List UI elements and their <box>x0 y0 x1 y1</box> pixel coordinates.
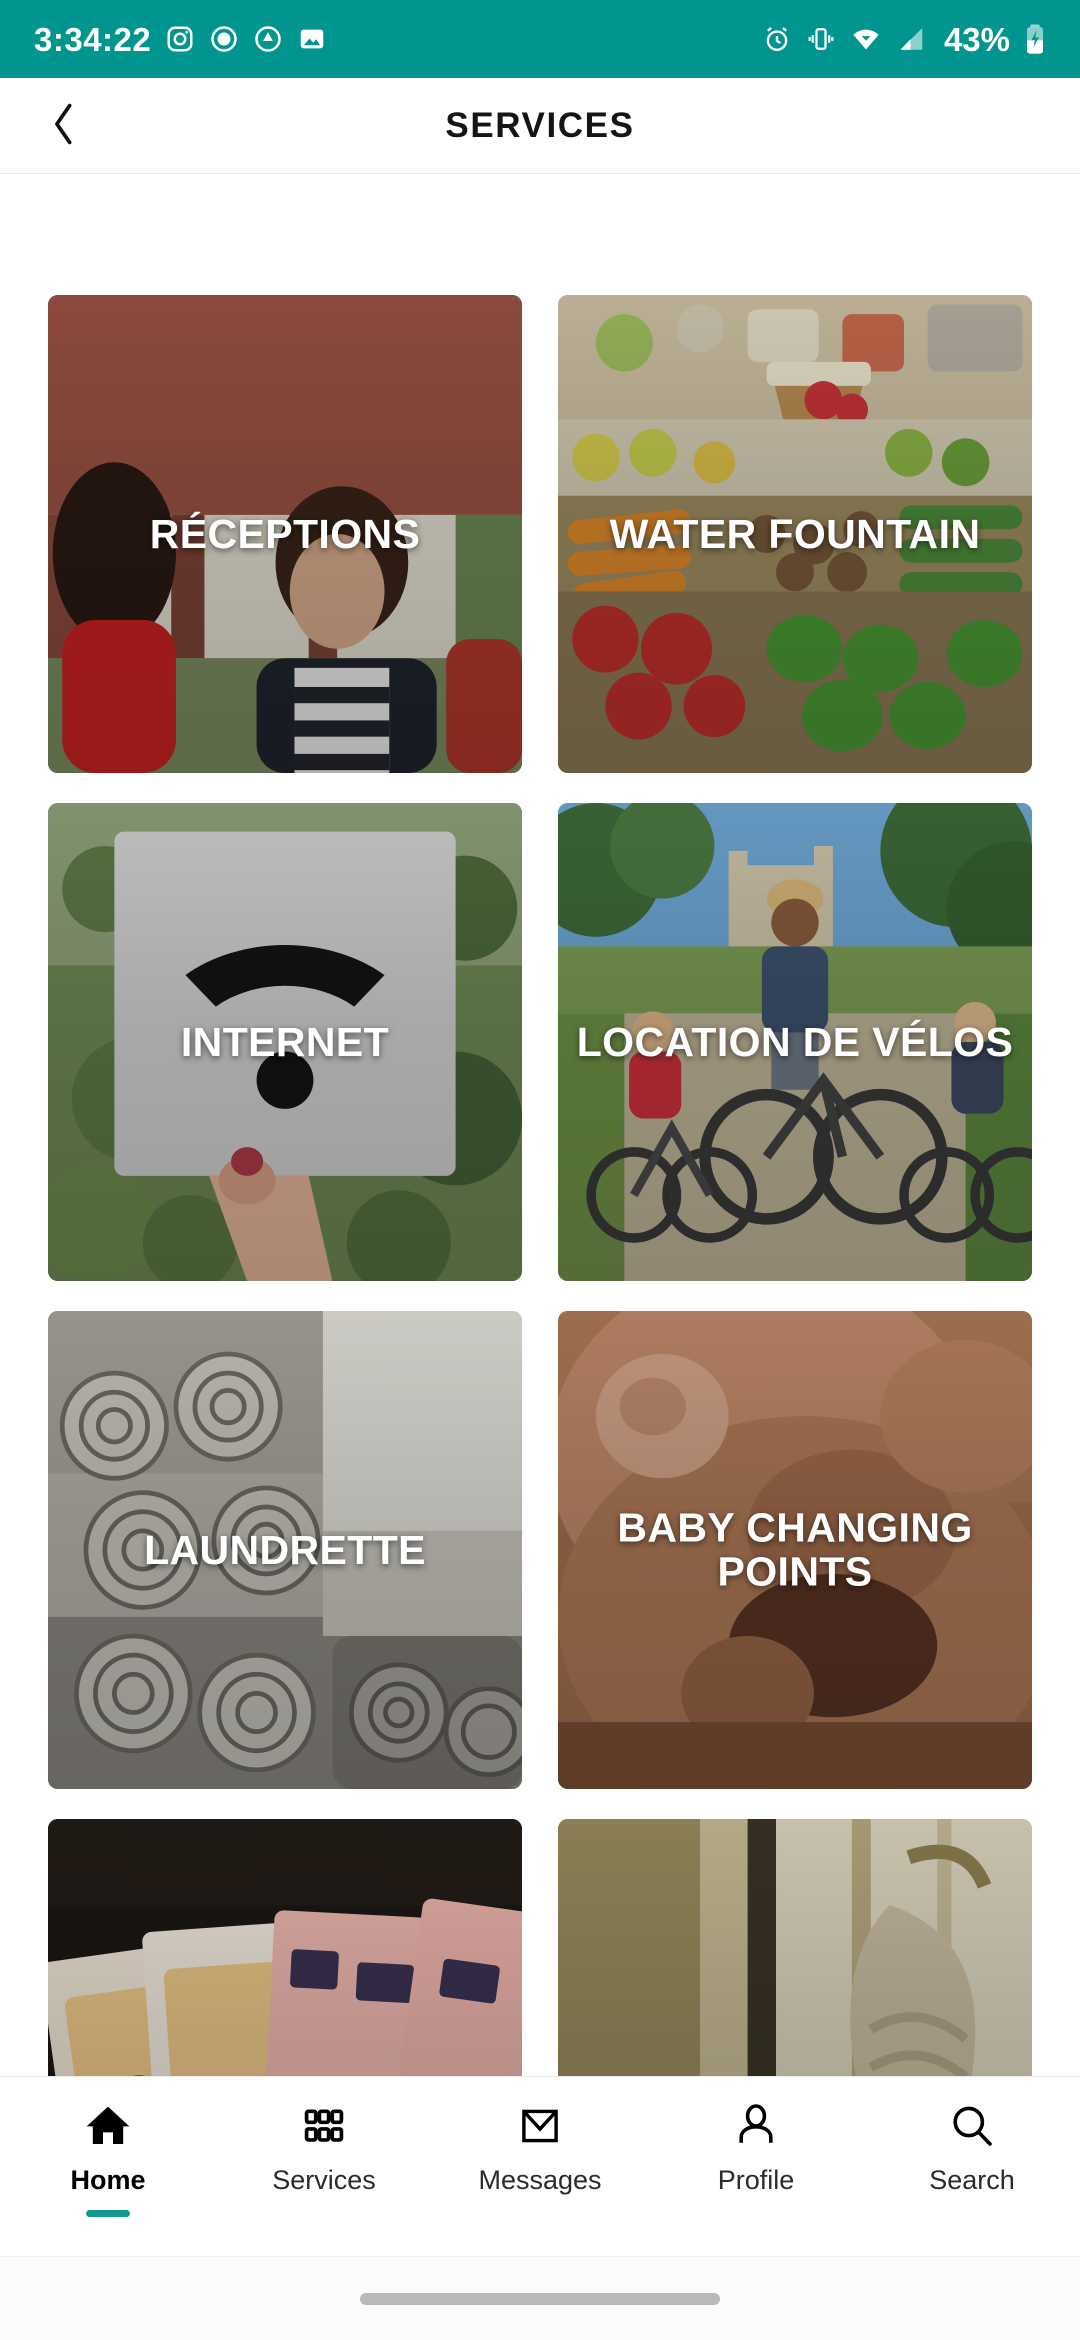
service-card-baby-changing[interactable]: BABY CHANGING POINTS <box>558 1311 1032 1789</box>
status-bar-right: 43% <box>762 23 1046 56</box>
service-card-label: RÉCEPTIONS <box>149 510 421 557</box>
nav-item-label: Home <box>70 2165 146 2195</box>
vibrate-icon <box>806 24 836 54</box>
service-card-label: LOCATION DE VÉLOS <box>576 1018 1014 1065</box>
services-grid: RÉCEPTIONS WATER FOUNTAIN INTERNET LOCAT… <box>0 175 1080 2105</box>
nav-active-indicator <box>86 2210 130 2217</box>
service-card-label: LAUNDRETTE <box>144 1526 426 1573</box>
app-bar: SERVICES <box>0 78 1080 174</box>
camera-icon <box>165 24 195 54</box>
nav-item-label: Services <box>272 2165 376 2195</box>
alarm-icon <box>762 24 792 54</box>
service-card-partial-door[interactable] <box>558 1819 1032 2105</box>
service-card-water-fountain[interactable]: WATER FOUNTAIN <box>558 295 1032 773</box>
page-title: SERVICES <box>445 105 635 145</box>
grid-dots-icon <box>302 2097 346 2155</box>
status-bar-clock: 3:34:22 <box>34 20 152 58</box>
nav-item-messages[interactable]: Messages <box>432 2097 648 2196</box>
nav-item-label: Search <box>929 2165 1015 2195</box>
person-icon <box>732 2097 780 2155</box>
services-scroll-area[interactable]: RÉCEPTIONS WATER FOUNTAIN INTERNET LOCAT… <box>0 175 1080 2105</box>
status-bar: 3:34:22 43% <box>0 0 1080 78</box>
bottom-navigation-bar: Home Services Messages Profile Search <box>0 2076 1080 2256</box>
service-card-label: WATER FOUNTAIN <box>609 510 981 557</box>
record-icon <box>209 24 239 54</box>
chevron-left-icon <box>47 99 81 152</box>
nav-item-profile[interactable]: Profile <box>648 2097 864 2196</box>
nav-item-label: Messages <box>478 2165 602 2195</box>
card-overlay <box>558 1819 1032 2105</box>
service-card-receptions[interactable]: RÉCEPTIONS <box>48 295 522 773</box>
envelope-icon <box>515 2097 565 2155</box>
phone-screen: 3:34:22 43% SERVICES RÉCEPTIONS WATER FO… <box>0 0 1080 2340</box>
status-bar-left: 3:34:22 <box>34 23 327 56</box>
screenshot-image-icon <box>297 24 327 54</box>
nav-item-search[interactable]: Search <box>864 2097 1080 2196</box>
cellular-signal-icon <box>896 24 926 54</box>
nav-item-label: Profile <box>717 2165 795 2195</box>
battery-percentage: 43% <box>943 20 1010 58</box>
gesture-navigation-area <box>0 2256 1080 2340</box>
service-card-partial-money[interactable]: € <box>48 1819 522 2105</box>
back-button[interactable] <box>26 88 102 164</box>
nav-item-home[interactable]: Home <box>0 2097 216 2217</box>
service-card-laundrette[interactable]: LAUNDRETTE <box>48 1311 522 1789</box>
gesture-handle[interactable] <box>360 2292 720 2305</box>
card-overlay <box>48 1819 522 2105</box>
wifi-icon <box>850 24 882 54</box>
nav-item-services[interactable]: Services <box>216 2097 432 2196</box>
service-card-bike-rental[interactable]: LOCATION DE VÉLOS <box>558 803 1032 1281</box>
battery-charging-icon <box>1024 23 1046 55</box>
magnifier-icon <box>948 2097 996 2155</box>
home-icon <box>82 2097 134 2155</box>
service-card-label: INTERNET <box>180 1018 390 1065</box>
do-not-disturb-icon <box>253 24 283 54</box>
service-card-label: BABY CHANGING POINTS <box>617 1504 973 1595</box>
service-card-internet[interactable]: INTERNET <box>48 803 522 1281</box>
